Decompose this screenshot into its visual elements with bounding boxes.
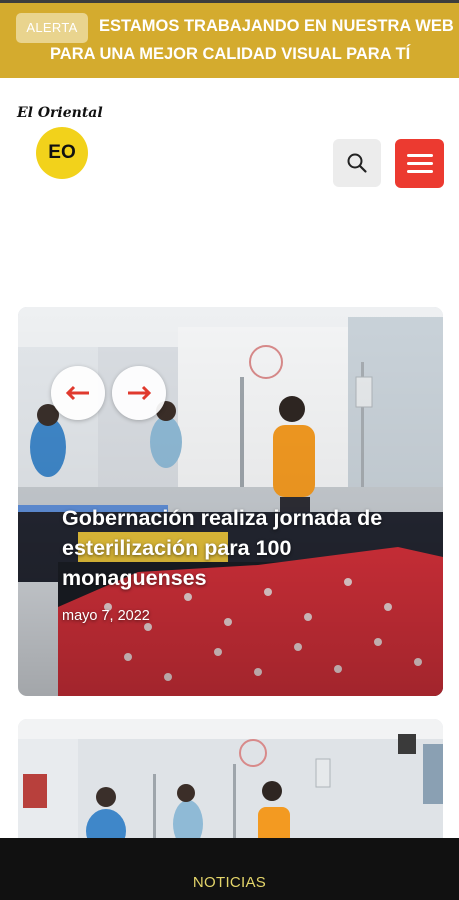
slider-next-button[interactable]: [112, 366, 166, 420]
featured-post-title[interactable]: Gobernación realiza jornada de esteriliz…: [62, 503, 432, 593]
slider-prev-button[interactable]: [51, 366, 105, 420]
alert-bar: ALERTA ESTAMOS TRABAJANDO EN NUESTRA WEB…: [0, 0, 459, 78]
alert-message-line1: ESTAMOS TRABAJANDO EN NUESTRA WEB: [99, 17, 454, 35]
featured-post-date: mayo 7, 2022: [62, 608, 150, 624]
bottom-nav-bar: NOTICIAS: [0, 838, 459, 900]
search-icon: [347, 153, 367, 173]
alert-badge: ALERTA: [16, 13, 88, 43]
search-button[interactable]: [333, 139, 381, 187]
bottom-nav-noticias[interactable]: NOTICIAS: [0, 874, 459, 891]
arrow-right-icon: [128, 385, 152, 401]
post-image: [18, 719, 443, 849]
logo-badge: EO: [36, 127, 88, 179]
arrow-left-icon: [65, 385, 89, 401]
hamburger-menu-icon: [406, 154, 433, 173]
menu-button[interactable]: [395, 139, 444, 188]
alert-message-line2: PARA UNA MEJOR CALIDAD VISUAL PARA TÍ: [50, 45, 411, 63]
logo-text: El Oriental: [17, 105, 103, 121]
post-card[interactable]: [18, 719, 443, 849]
